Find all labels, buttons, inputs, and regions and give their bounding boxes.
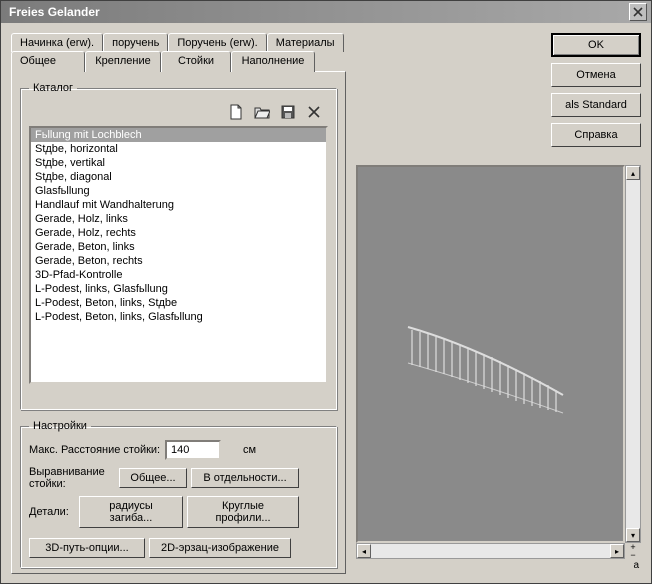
catalog-toolbar bbox=[29, 102, 328, 126]
help-button[interactable]: Справка bbox=[551, 123, 641, 147]
titlebar: Freies Gelander bbox=[1, 1, 651, 23]
scroll-right-icon[interactable]: ▸ bbox=[610, 544, 624, 558]
list-item[interactable]: Glasfьllung bbox=[31, 184, 326, 198]
catalog-listbox[interactable]: Fьllung mit LochblechStдbe, horizontalSt… bbox=[29, 126, 328, 384]
details-label: Детали: bbox=[29, 506, 75, 518]
max-dist-input[interactable] bbox=[165, 440, 221, 460]
preview-viewport[interactable] bbox=[356, 165, 625, 543]
zoom-out-icon[interactable]: − bbox=[630, 552, 635, 559]
tab-filling[interactable]: Наполнение bbox=[231, 51, 315, 72]
settings-group: Настройки Макс. Расстояние стойки: см Вы… bbox=[20, 420, 337, 568]
round-profiles-button[interactable]: Круглые профили... bbox=[187, 496, 299, 528]
list-item[interactable]: Stдbe, diagonal bbox=[31, 170, 326, 184]
ok-button[interactable]: OK bbox=[551, 33, 641, 57]
align-common-button[interactable]: Общее... bbox=[119, 468, 187, 488]
railing-preview-icon bbox=[398, 297, 578, 417]
cancel-button[interactable]: Отмена bbox=[551, 63, 641, 87]
list-item[interactable]: L-Podest, Beton, links, Glasfьllung bbox=[31, 310, 326, 324]
list-item[interactable]: L-Podest, links, Glasfьllung bbox=[31, 282, 326, 296]
settings-legend: Настройки bbox=[29, 420, 91, 432]
list-item[interactable]: Fьllung mit Lochblech bbox=[31, 128, 326, 142]
hscroll-track[interactable] bbox=[371, 544, 610, 558]
list-item[interactable]: 3D-Pfad-Kontrolle bbox=[31, 268, 326, 282]
tab-handrail-erw[interactable]: Поручень (erw). bbox=[168, 33, 266, 52]
list-item[interactable]: Stдbe, horizontal bbox=[31, 142, 326, 156]
new-file-icon[interactable] bbox=[228, 104, 244, 120]
list-item[interactable]: Handlauf mit Wandhalterung bbox=[31, 198, 326, 212]
preview-vscroll[interactable]: ▴ ▾ bbox=[625, 165, 641, 543]
scroll-up-icon[interactable]: ▴ bbox=[626, 166, 640, 180]
tab-panel-general: Каталог bbox=[11, 71, 346, 574]
tab-mounting[interactable]: Крепление bbox=[85, 51, 161, 72]
vscroll-track[interactable] bbox=[626, 180, 640, 528]
tab-general[interactable]: Общее bbox=[11, 51, 85, 72]
list-item[interactable]: Gerade, Beton, rechts bbox=[31, 254, 326, 268]
list-item[interactable]: Gerade, Holz, rechts bbox=[31, 226, 326, 240]
tab-materials[interactable]: Материалы bbox=[267, 33, 344, 52]
open-folder-icon[interactable] bbox=[254, 104, 270, 120]
max-dist-unit: см bbox=[243, 444, 256, 456]
catalog-legend: Каталог bbox=[29, 82, 77, 94]
scroll-left-icon[interactable]: ◂ bbox=[357, 544, 371, 558]
tab-filling-erw[interactable]: Начинка (erw). bbox=[11, 33, 103, 52]
close-icon[interactable] bbox=[629, 3, 647, 21]
tab-handrail[interactable]: поручень bbox=[103, 33, 168, 52]
save-icon[interactable] bbox=[280, 104, 296, 120]
scroll-down-icon[interactable]: ▾ bbox=[626, 528, 640, 542]
align-label: Выравнивание стойки: bbox=[29, 466, 115, 490]
2d-placeholder-image-button[interactable]: 2D-эрзац-изображение bbox=[149, 538, 291, 558]
tab-posts[interactable]: Стойки bbox=[161, 51, 231, 72]
list-item[interactable]: Stдbe, vertikal bbox=[31, 156, 326, 170]
align-individual-button[interactable]: В отдельности... bbox=[191, 468, 299, 488]
bend-radii-button[interactable]: радиусы загиба... bbox=[79, 496, 183, 528]
window-title: Freies Gelander bbox=[5, 5, 629, 19]
als-standard-button[interactable]: als Standard bbox=[551, 93, 641, 117]
list-item[interactable]: L-Podest, Beton, links, Stдbe bbox=[31, 296, 326, 310]
preview-hscroll[interactable]: ◂ ▸ bbox=[356, 543, 625, 559]
max-dist-label: Макс. Расстояние стойки: bbox=[29, 444, 161, 456]
delete-icon[interactable] bbox=[306, 104, 322, 120]
catalog-group: Каталог bbox=[20, 82, 337, 410]
3d-path-options-button[interactable]: 3D-путь-опции... bbox=[29, 538, 145, 558]
zoom-all-button[interactable]: a bbox=[633, 560, 639, 571]
list-item[interactable]: Gerade, Holz, links bbox=[31, 212, 326, 226]
list-item[interactable]: Gerade, Beton, links bbox=[31, 240, 326, 254]
